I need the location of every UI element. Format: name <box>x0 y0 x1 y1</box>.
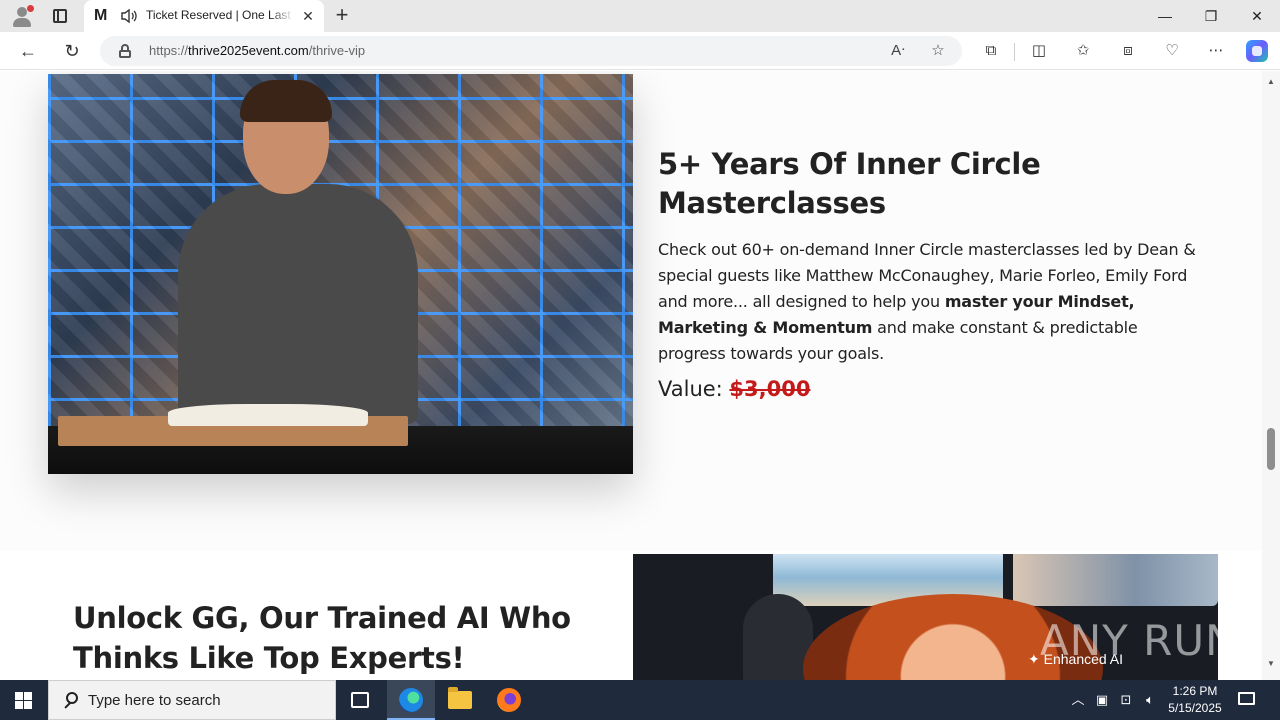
masterclasses-section: 5+ Years Of Inner Circle Masterclasses C… <box>0 71 1262 551</box>
more-menu-icon[interactable]: ⋯ <box>1205 41 1227 61</box>
file-explorer-taskbar-button[interactable] <box>436 680 484 720</box>
notifications-icon[interactable] <box>1236 690 1258 710</box>
dean-video-wall-image <box>48 74 633 474</box>
scroll-down-icon[interactable]: ▼ <box>1266 659 1276 669</box>
clock-time: 1:26 PM <box>1172 684 1218 698</box>
active-tab[interactable]: M Ticket Reserved | One Last Step ✕ <box>84 0 324 32</box>
favorites-icon[interactable]: ✩ <box>1072 41 1094 61</box>
folder-icon <box>448 687 472 709</box>
windows-start-icon[interactable] <box>0 680 48 720</box>
back-arrow-icon[interactable]: ← <box>16 39 40 63</box>
page-scrollbar[interactable]: ▲ ▼ <box>1262 71 1280 680</box>
refresh-icon[interactable]: ↻ <box>60 39 84 63</box>
extensions-icon[interactable]: ⧉ <box>980 41 1002 61</box>
browser-toolbar: ← ↻ https://thrive2025event.com/thrive-v… <box>0 32 1280 70</box>
volume-icon[interactable]: 🔈︎ <box>1140 690 1160 710</box>
windows-taskbar: Type here to search ︿ ▣ ⊡ 🔈︎ 1:26 PM 5/1… <box>0 680 1280 720</box>
tab-title: Ticket Reserved | One Last Step <box>146 8 294 24</box>
address-bar[interactable]: https://thrive2025event.com/thrive-vip A… <box>100 36 962 66</box>
collections-icon[interactable]: ⧈ <box>1117 41 1139 61</box>
masterclasses-heading: 5+ Years Of Inner Circle Masterclasses <box>658 147 1041 220</box>
copilot-icon[interactable] <box>1246 40 1268 62</box>
value-line: Value: $3,000 <box>658 377 811 401</box>
tab-close-icon[interactable]: ✕ <box>300 8 316 24</box>
ai-heading: Unlock GG, Our Trained AI Who Thinks Lik… <box>73 601 571 675</box>
scroll-up-icon[interactable]: ▲ <box>1266 77 1276 87</box>
edge-icon <box>399 688 423 712</box>
edge-taskbar-button[interactable] <box>387 680 435 720</box>
read-aloud-icon[interactable]: A︎ᐧ <box>888 41 908 61</box>
site-favicon-icon: M <box>94 7 108 24</box>
tab-actions-icon[interactable] <box>50 6 70 26</box>
favorite-star-icon[interactable]: ☆ <box>928 41 948 61</box>
search-placeholder: Type here to search <box>88 692 221 709</box>
new-tab-icon[interactable]: + <box>330 4 354 28</box>
clock-date: 5/15/2025 <box>1168 701 1222 715</box>
browser-tab-strip: M Ticket Reserved | One Last Step ✕ + — … <box>0 0 1280 32</box>
minimize-icon[interactable]: — <box>1142 0 1188 32</box>
tray-chevron-up-icon[interactable]: ︿ <box>1068 690 1088 710</box>
strikethrough-price: $3,000 <box>729 377 811 401</box>
profile-icon[interactable] <box>10 4 34 28</box>
split-screen-icon[interactable]: ◫ <box>1028 41 1050 61</box>
search-icon <box>62 692 80 710</box>
tray-device-icon[interactable]: ▣ <box>1092 690 1112 710</box>
toolbar-divider <box>1014 43 1015 61</box>
task-view-button[interactable] <box>336 680 384 720</box>
network-icon[interactable]: ⊡ <box>1116 690 1136 710</box>
taskbar-search-input[interactable]: Type here to search <box>48 680 336 720</box>
lock-icon[interactable] <box>119 44 131 58</box>
taskbar-clock[interactable]: 1:26 PM 5/15/2025 <box>1160 683 1230 717</box>
browser-essentials-icon[interactable]: ♡ <box>1161 41 1183 61</box>
firefox-icon <box>497 688 521 712</box>
anyrun-watermark: ANY RUN <box>1040 616 1238 665</box>
url-text[interactable]: https://thrive2025event.com/thrive-vip <box>149 43 749 59</box>
masterclasses-description: Check out 60+ on-demand Inner Circle mas… <box>658 240 1196 363</box>
window-close-icon[interactable]: ✕ <box>1234 0 1280 32</box>
restore-icon[interactable]: ❐ <box>1188 0 1234 32</box>
speaker-icon[interactable] <box>120 8 138 24</box>
firefox-taskbar-button[interactable] <box>485 680 533 720</box>
task-view-icon <box>351 692 369 708</box>
scroll-thumb[interactable] <box>1267 428 1275 470</box>
page-viewport: 5+ Years Of Inner Circle Masterclasses C… <box>0 71 1280 680</box>
